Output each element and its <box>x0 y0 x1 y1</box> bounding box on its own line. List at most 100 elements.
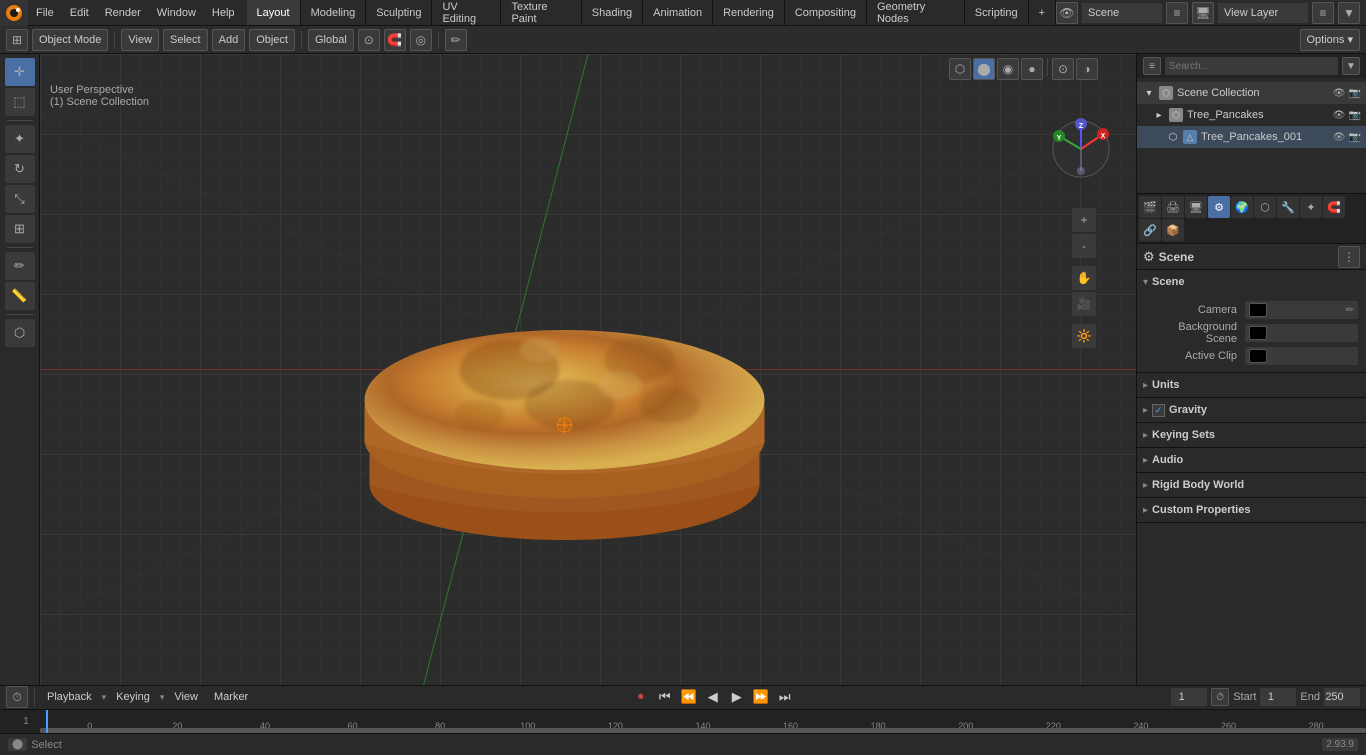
workspace-uv-editing[interactable]: UV Editing <box>432 0 501 25</box>
active-clip-value[interactable] <box>1245 347 1358 365</box>
menu-render[interactable]: Render <box>97 0 149 25</box>
overlay-btn[interactable]: ⊙ <box>1052 58 1074 80</box>
workspace-geometry-nodes[interactable]: Geometry Nodes <box>867 0 965 25</box>
workspace-animation[interactable]: Animation <box>643 0 713 25</box>
props-tab-output[interactable]: 🖨 <box>1162 196 1184 218</box>
scale-tool[interactable]: ⤡ <box>5 185 35 213</box>
camera-value[interactable]: ✏ <box>1245 301 1358 319</box>
scrollbar-thumb[interactable] <box>40 728 1366 733</box>
outliner-search[interactable] <box>1165 57 1338 75</box>
cursor-tool[interactable]: ✛ <box>5 58 35 86</box>
move-tool[interactable]: ✦ <box>5 125 35 153</box>
timeline-scrollbar[interactable] <box>40 728 1366 733</box>
marker-menu[interactable]: Marker <box>208 688 254 706</box>
menu-edit[interactable]: Edit <box>62 0 97 25</box>
outliner-row-tree-pancakes[interactable]: ▸ ⬡ Tree_Pancakes 👁 📷 <box>1137 104 1366 126</box>
play-forward-btn[interactable]: ▶ <box>727 687 747 707</box>
render-preview-btn[interactable]: 🔆 <box>1072 324 1096 348</box>
custom-props-section-header[interactable]: ▸ Custom Properties <box>1137 498 1366 522</box>
select-tool[interactable]: ⬚ <box>5 88 35 116</box>
playback-menu[interactable]: Playback <box>41 688 98 706</box>
gravity-section-header[interactable]: ▸ ✓ Gravity <box>1137 398 1366 422</box>
keying-menu[interactable]: Keying <box>110 688 156 706</box>
outliner-row-tree-pancakes-001[interactable]: ⬡ △ Tree_Pancakes_001 👁 📷 <box>1137 126 1366 148</box>
scene-icon-btn[interactable]: 👁 <box>1056 2 1078 24</box>
rotate-tool[interactable]: ↻ <box>5 155 35 183</box>
transform-tool[interactable]: ⊞ <box>5 215 35 243</box>
bg-scene-value[interactable] <box>1245 324 1358 342</box>
rigid-body-section-header[interactable]: ▸ Rigid Body World <box>1137 473 1366 497</box>
outliner-filter-btn[interactable]: ▼ <box>1342 57 1360 75</box>
workspace-texture-paint[interactable]: Texture Paint <box>501 0 581 25</box>
step-back-btn[interactable]: ⏪ <box>679 687 699 707</box>
camera-edit-icon[interactable]: ✏ <box>1346 305 1354 316</box>
outliner-row-scene-collection[interactable]: ▾ ⬡ Scene Collection 👁 📷 <box>1137 82 1366 104</box>
solid-btn[interactable]: ⬤ <box>973 58 995 80</box>
record-btn[interactable]: ⏺ <box>631 687 651 707</box>
wireframe-btn[interactable]: ⬡ <box>949 58 971 80</box>
step-forward-btn[interactable]: ⏩ <box>751 687 771 707</box>
view-layer-selector[interactable] <box>1218 3 1308 23</box>
filter-btn[interactable]: ▼ <box>1338 2 1360 24</box>
viewport-mode-icon[interactable]: ⊞ <box>6 29 28 51</box>
current-frame-input[interactable]: 1 <box>1171 688 1207 706</box>
props-tab-render[interactable]: 🎬 <box>1139 196 1161 218</box>
view-menu-btn[interactable]: View <box>121 29 159 51</box>
options-btn[interactable]: Options ▾ <box>1300 29 1361 51</box>
view-menu[interactable]: View <box>168 688 204 706</box>
props-tab-physics[interactable]: 🧲 <box>1323 196 1345 218</box>
object-mode-btn[interactable]: Object Mode <box>32 29 108 51</box>
props-tab-particles[interactable]: ✦ <box>1300 196 1322 218</box>
restrict-render-btn[interactable]: 📷 <box>1348 86 1362 100</box>
navigation-gizmo[interactable]: Z X Y <box>1046 114 1116 184</box>
scene-section-header[interactable]: ▾ Scene <box>1137 270 1366 294</box>
units-section-header[interactable]: ▸ Units <box>1137 373 1366 397</box>
props-tab-data[interactable]: 📦 <box>1162 219 1184 241</box>
props-tab-scene[interactable]: ⚙ <box>1208 196 1230 218</box>
zoom-out-btn[interactable]: - <box>1072 234 1096 258</box>
material-btn[interactable]: ◉ <box>997 58 1019 80</box>
tp001-render-btn[interactable]: 📷 <box>1348 130 1362 144</box>
props-tab-object[interactable]: ⬡ <box>1254 196 1276 218</box>
gpencil-btn[interactable]: ✏ <box>445 29 467 51</box>
gravity-checkbox[interactable]: ✓ <box>1152 404 1165 417</box>
proportional-btn[interactable]: ◎ <box>410 29 432 51</box>
restrict-viewport-btn[interactable]: 👁 <box>1332 86 1346 100</box>
object-menu-btn[interactable]: Object <box>249 29 295 51</box>
annotate-tool[interactable]: ✏ <box>5 252 35 280</box>
scene-selector[interactable] <box>1082 3 1162 23</box>
workspace-sculpting[interactable]: Sculpting <box>366 0 432 25</box>
workspace-rendering[interactable]: Rendering <box>713 0 785 25</box>
props-tab-view-layer[interactable]: 🖥 <box>1185 196 1207 218</box>
menu-file[interactable]: File <box>28 0 62 25</box>
playback-options-btn[interactable]: ⏱ <box>1211 688 1229 706</box>
props-tab-world[interactable]: 🌍 <box>1231 196 1253 218</box>
props-tab-constraints[interactable]: 🔗 <box>1139 219 1161 241</box>
transform-global-btn[interactable]: Global <box>308 29 354 51</box>
snapping-btn[interactable]: 🧲 <box>384 29 406 51</box>
transform-pivot-btn[interactable]: ⊙ <box>358 29 380 51</box>
rendered-btn[interactable]: ● <box>1021 58 1043 80</box>
props-options-btn[interactable]: ⋮ <box>1338 246 1360 268</box>
workspace-layout[interactable]: Layout <box>247 0 301 25</box>
start-frame-input[interactable]: 1 <box>1260 688 1296 706</box>
timeline-ruler[interactable]: 1 0 20 40 60 80 100 120 140 160 180 200 … <box>0 710 1366 733</box>
tp-viewport-btn[interactable]: 👁 <box>1332 108 1346 122</box>
tp-render-btn[interactable]: 📷 <box>1348 108 1362 122</box>
scene-options-btn[interactable]: ≡ <box>1166 2 1188 24</box>
zoom-in-btn[interactable]: + <box>1072 208 1096 232</box>
jump-end-btn[interactable]: ⏭ <box>775 687 795 707</box>
viewport[interactable]: User Perspective (1) Scene Collection Z … <box>40 54 1136 685</box>
add-cube-tool[interactable]: ⬡ <box>5 319 35 347</box>
workspace-modeling[interactable]: Modeling <box>301 0 367 25</box>
view-layer-icon[interactable]: 🖥 <box>1192 2 1214 24</box>
select-menu-btn[interactable]: Select <box>163 29 208 51</box>
menu-help[interactable]: Help <box>204 0 243 25</box>
pan-btn[interactable]: ✋ <box>1072 266 1096 290</box>
keying-sets-section-header[interactable]: ▸ Keying Sets <box>1137 423 1366 447</box>
workspace-add[interactable]: + <box>1029 0 1056 25</box>
workspace-scripting[interactable]: Scripting <box>965 0 1029 25</box>
view-layer-options[interactable]: ≡ <box>1312 2 1334 24</box>
workspace-shading[interactable]: Shading <box>582 0 643 25</box>
workspace-compositing[interactable]: Compositing <box>785 0 867 25</box>
